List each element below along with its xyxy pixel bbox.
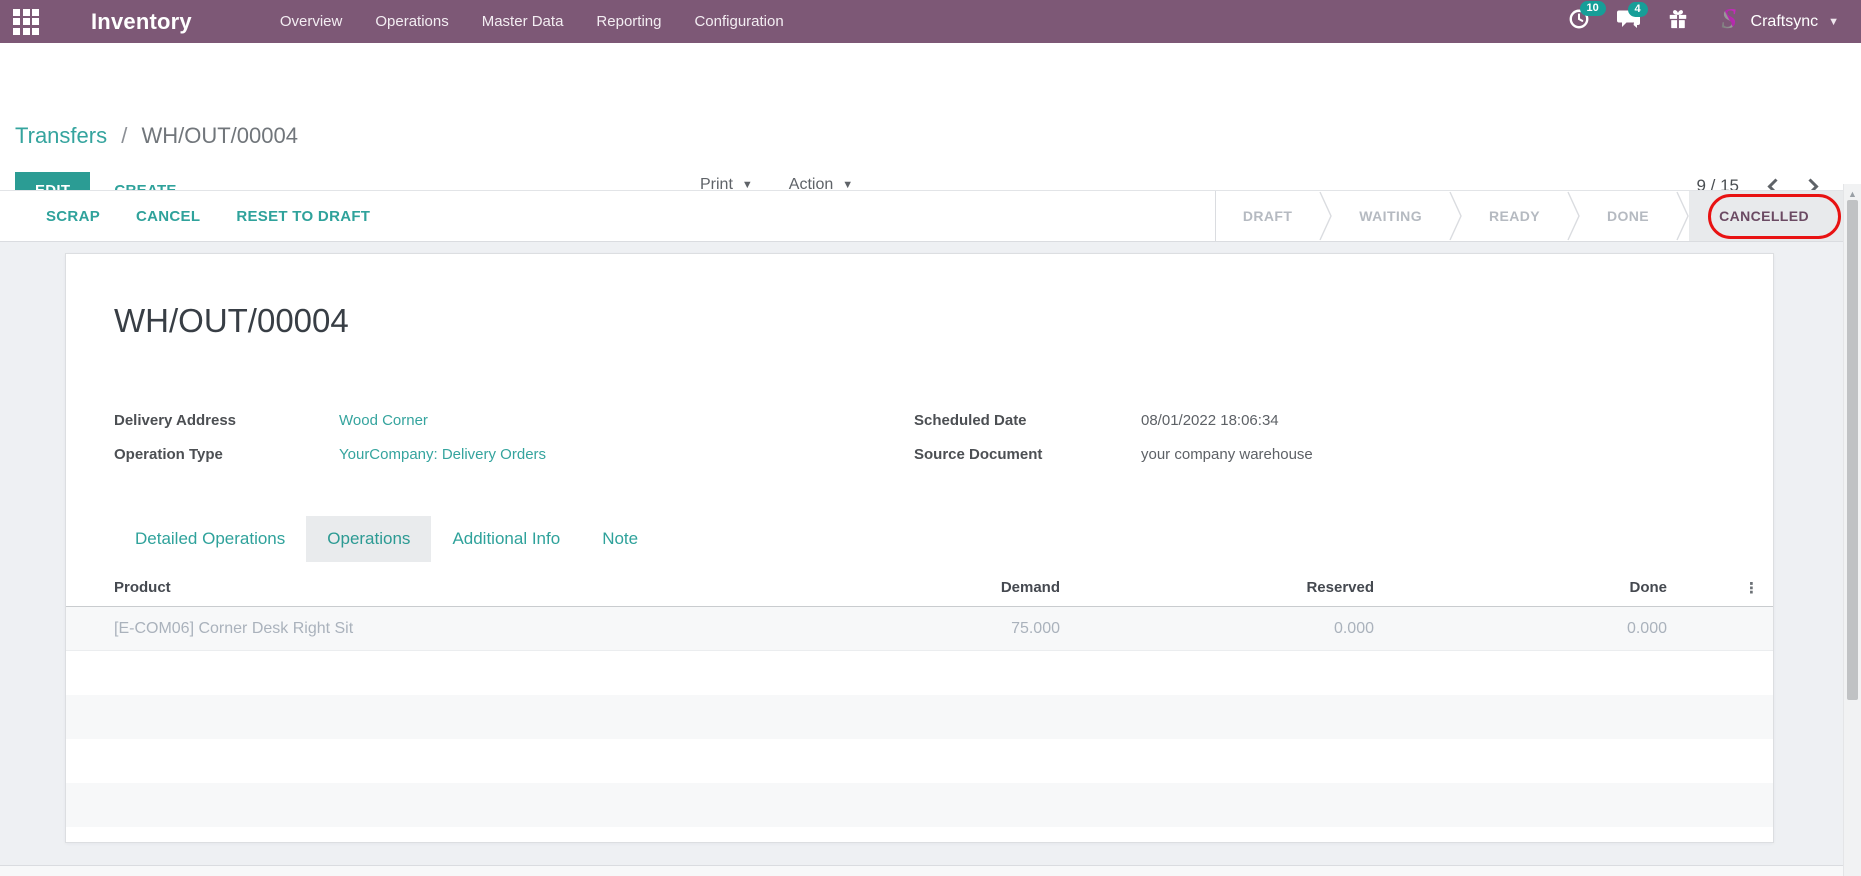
- user-menu[interactable]: S Craftsync ▼: [1715, 4, 1839, 39]
- status-cancelled[interactable]: CANCELLED: [1689, 191, 1843, 241]
- optional-columns-icon[interactable]: ⋮: [1667, 579, 1773, 597]
- cell-demand[interactable]: 75.000: [900, 620, 1060, 638]
- status-waiting[interactable]: WAITING: [1332, 191, 1449, 241]
- cell-reserved[interactable]: 0.000: [1060, 620, 1374, 638]
- source-document-value: your company warehouse: [1141, 446, 1313, 463]
- chevron-right-icon: [1449, 191, 1462, 241]
- menu-operations[interactable]: Operations: [375, 13, 448, 30]
- apps-grid-icon[interactable]: [13, 8, 39, 35]
- field-scheduled-date: Scheduled Date 08/01/2022 18:06:34: [914, 412, 1714, 429]
- column-demand[interactable]: Demand: [900, 579, 1060, 596]
- breadcrumb-transfers[interactable]: Transfers: [15, 123, 107, 148]
- field-label: Source Document: [914, 446, 1043, 463]
- company-logo: S: [1715, 4, 1743, 39]
- column-product[interactable]: Product: [66, 579, 900, 596]
- operation-type-link[interactable]: YourCompany: Delivery Orders: [339, 446, 546, 463]
- activities-button[interactable]: 10: [1568, 1, 1606, 35]
- svg-text:S: S: [1721, 4, 1737, 34]
- tab-detailed-operations[interactable]: Detailed Operations: [114, 516, 306, 562]
- scrollbar-thumb[interactable]: [1847, 200, 1858, 700]
- reset-to-draft-button[interactable]: RESET TO DRAFT: [222, 200, 384, 233]
- activity-count-badge: 10: [1579, 1, 1606, 16]
- column-reserved[interactable]: Reserved: [1060, 579, 1374, 596]
- breadcrumb-current: WH/OUT/00004: [141, 123, 298, 148]
- rewards-button[interactable]: [1667, 8, 1689, 35]
- scrap-button[interactable]: SCRAP: [32, 200, 114, 233]
- status-done[interactable]: DONE: [1580, 191, 1676, 241]
- field-grid: Delivery Address Wood Corner Operation T…: [114, 412, 1714, 480]
- cancel-button[interactable]: CANCEL: [122, 200, 214, 233]
- menu-master-data[interactable]: Master Data: [482, 13, 564, 30]
- operations-table: Product Demand Reserved Done ⋮ [E-COM06]…: [66, 569, 1773, 827]
- breadcrumb: Transfers / WH/OUT/00004: [15, 123, 298, 149]
- empty-row: [66, 695, 1773, 739]
- gift-icon: [1667, 8, 1689, 35]
- bottom-strip: [0, 865, 1843, 876]
- statusbar-buttons: SCRAP CANCEL RESET TO DRAFT: [0, 200, 384, 233]
- vertical-scrollbar[interactable]: ▲: [1843, 184, 1861, 876]
- delivery-address-link[interactable]: Wood Corner: [339, 412, 428, 429]
- field-delivery-address: Delivery Address Wood Corner: [114, 412, 914, 429]
- empty-row: [66, 783, 1773, 827]
- menu-configuration[interactable]: Configuration: [694, 13, 783, 30]
- scheduled-date-value: 08/01/2022 18:06:34: [1141, 412, 1279, 429]
- field-operation-type: Operation Type YourCompany: Delivery Ord…: [114, 446, 914, 463]
- record-title: WH/OUT/00004: [114, 302, 349, 339]
- field-label: Operation Type: [114, 446, 223, 463]
- chevron-right-icon: [1676, 191, 1689, 241]
- empty-row: [66, 651, 1773, 695]
- field-label: Scheduled Date: [914, 412, 1027, 429]
- breadcrumb-separator: /: [121, 123, 128, 148]
- table-row[interactable]: [E-COM06] Corner Desk Right Sit 75.000 0…: [66, 607, 1773, 651]
- status-draft[interactable]: DRAFT: [1216, 191, 1319, 241]
- form-sheet: WH/OUT/00004 Delivery Address Wood Corne…: [65, 253, 1774, 843]
- main-menu: Overview Operations Master Data Reportin…: [280, 13, 784, 30]
- scroll-up-arrow[interactable]: ▲: [1844, 184, 1861, 199]
- cell-product[interactable]: [E-COM06] Corner Desk Right Sit: [66, 620, 900, 638]
- notebook-tabs: Detailed Operations Operations Additiona…: [114, 516, 659, 562]
- field-source-document: Source Document your company warehouse: [914, 446, 1714, 463]
- empty-row: [66, 739, 1773, 783]
- navbar-right: 10 4 S Craftsync ▼: [1568, 1, 1861, 39]
- tab-operations[interactable]: Operations: [306, 516, 432, 562]
- top-navbar: Inventory Overview Operations Master Dat…: [0, 0, 1861, 43]
- cell-done[interactable]: 0.000: [1374, 620, 1667, 638]
- menu-overview[interactable]: Overview: [280, 13, 343, 30]
- chevron-right-icon: [1567, 191, 1580, 241]
- control-panel: Transfers / WH/OUT/00004 EDIT CREATE Pri…: [0, 43, 1861, 209]
- column-done[interactable]: Done: [1374, 579, 1668, 596]
- message-count-badge: 4: [1627, 1, 1648, 17]
- status-pipeline: DRAFT WAITING READY DONE CANCELLED: [1214, 191, 1843, 241]
- content-area: WH/OUT/00004 Delivery Address Wood Corne…: [0, 243, 1843, 864]
- tab-note[interactable]: Note: [581, 516, 659, 562]
- status-ready[interactable]: READY: [1462, 191, 1567, 241]
- messages-button[interactable]: 4: [1616, 1, 1648, 35]
- statusbar: SCRAP CANCEL RESET TO DRAFT DRAFT WAITIN…: [0, 190, 1843, 242]
- table-header-row: Product Demand Reserved Done ⋮: [66, 569, 1773, 607]
- tab-additional-info[interactable]: Additional Info: [431, 516, 581, 562]
- chevron-right-icon: [1319, 191, 1333, 241]
- user-name: Craftsync: [1750, 12, 1819, 30]
- menu-reporting[interactable]: Reporting: [596, 13, 661, 30]
- field-label: Delivery Address: [114, 412, 237, 429]
- app-title[interactable]: Inventory: [91, 9, 192, 35]
- chevron-down-icon: ▼: [1828, 15, 1839, 28]
